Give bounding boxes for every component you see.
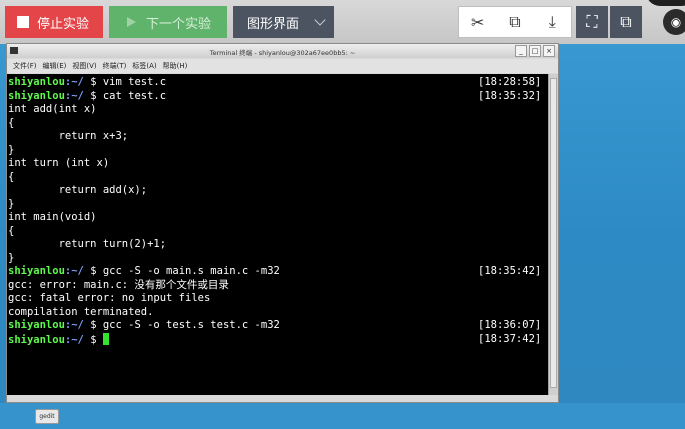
- menu-view[interactable]: 视图(V): [72, 61, 96, 71]
- output-text: {: [8, 224, 15, 237]
- command-text: $ vim test.c: [83, 76, 167, 88]
- output-text: int add(int x): [8, 103, 97, 115]
- output-text: return x+3;: [8, 130, 129, 142]
- stop-icon: [17, 16, 29, 28]
- terminal-line: return x+3;: [8, 130, 548, 144]
- terminal-line: shiyanlou:~/ $ vim test.c [18:28:58]: [8, 76, 548, 90]
- prompt-path: :~/: [64, 89, 84, 102]
- timestamp: [18:36:07]: [478, 319, 542, 331]
- prompt-user: shiyanlou: [8, 265, 65, 277]
- menu-file[interactable]: 文件(F): [13, 61, 37, 71]
- minimize-button[interactable]: _: [515, 45, 527, 57]
- terminal-line: }: [8, 252, 548, 266]
- menu-help[interactable]: 帮助(H): [163, 61, 188, 71]
- prompt-path: :~/: [64, 265, 84, 277]
- scrollbar[interactable]: [548, 74, 558, 395]
- terminal-line: compilation terminated.: [8, 306, 548, 320]
- prompt-user: shiyanlou: [8, 319, 65, 331]
- open-external-button[interactable]: ⧉: [610, 6, 642, 38]
- prompt-user: shiyanlou: [8, 76, 65, 88]
- prompt-path: :~/: [64, 319, 84, 331]
- chevron-down-icon: [314, 14, 326, 26]
- output-text: return add(x);: [8, 184, 148, 196]
- terminal-line: }: [8, 144, 548, 158]
- next-experiment-label: 下一个实验: [146, 16, 212, 32]
- open-external-icon: ⧉: [620, 12, 632, 31]
- output-text: }: [8, 197, 15, 210]
- terminal-line: shiyanlou:~/ $ cat test.c [18:35:32]: [8, 90, 548, 104]
- window-title: Terminal 终端 - shiyanlou@302a67ee0bb5: ~: [209, 49, 356, 57]
- taskbar-item-gedit[interactable]: gedit: [35, 409, 59, 424]
- stop-experiment-button[interactable]: 停止实验: [5, 6, 103, 38]
- gui-mode-label: 图形界面: [247, 16, 300, 32]
- menu-tabs[interactable]: 标签(A): [132, 61, 156, 71]
- terminal-line: return turn(2)+1;: [8, 238, 548, 252]
- menu-bar: 文件(F) 编辑(E) 视图(V) 终端(T) 标签(A) 帮助(H): [7, 59, 558, 73]
- prompt-user: shiyanlou: [8, 333, 65, 346]
- terminal-line: int add(int x): [8, 103, 548, 117]
- output-text: {: [8, 116, 15, 129]
- terminal-line: gcc: fatal error: no input files: [8, 292, 548, 306]
- terminal-line: int turn (int x): [8, 157, 548, 171]
- prompt-path: :~/: [64, 76, 84, 88]
- terminal-line: gcc: error: main.c: 没有那个文件或目录: [8, 279, 548, 293]
- close-button[interactable]: ×: [543, 45, 555, 57]
- tool-group: ✂ ⧉ ⤓: [458, 6, 572, 38]
- timestamp: [18:35:32]: [478, 89, 542, 102]
- download-icon[interactable]: ⤓: [534, 7, 571, 37]
- menu-edit[interactable]: 编辑(E): [43, 61, 67, 71]
- output-text: gcc: error: main.c: 没有那个文件或目录: [8, 278, 229, 291]
- window-titlebar[interactable]: Terminal 终端 - shiyanlou@302a67ee0bb5: ~ …: [7, 44, 558, 58]
- terminal-cursor: [102, 332, 109, 345]
- terminal-line: shiyanlou:~/ $ [18:37:42]: [8, 332, 548, 347]
- output-text: }: [8, 251, 15, 264]
- terminal-line: return add(x);: [8, 184, 548, 198]
- scrollbar-thumb[interactable]: [550, 78, 557, 388]
- timestamp: [18:28:58]: [478, 76, 542, 88]
- timestamp: [18:35:42]: [478, 265, 542, 277]
- output-text: return turn(2)+1;: [8, 238, 167, 250]
- scissors-icon[interactable]: ✂: [459, 7, 496, 37]
- prompt-user: shiyanlou: [8, 89, 65, 102]
- next-arrow-icon: [127, 17, 136, 27]
- top-toolbar: 停止实验 下一个实验 图形界面 ✂ ⧉ ⤓ ⛶ ⧉ ◉: [0, 0, 685, 44]
- taskbar: gedit: [0, 403, 685, 429]
- corner-decoration: [646, 0, 685, 6]
- terminal-line: {: [8, 117, 548, 131]
- command-text: $: [83, 333, 103, 346]
- output-text: int main(void): [8, 211, 97, 223]
- terminal-line: }: [8, 198, 548, 212]
- prompt-path: :~/: [64, 333, 84, 346]
- command-text: $ gcc -S -o main.s main.c -m32: [83, 265, 280, 277]
- output-text: int turn (int x): [8, 157, 110, 169]
- terminal-line: int main(void): [8, 211, 548, 225]
- terminal-output[interactable]: shiyanlou:~/ $ vim test.c [18:28:58] shiya…: [7, 74, 548, 395]
- output-text: {: [8, 170, 15, 183]
- terminal-window: Terminal 终端 - shiyanlou@302a67ee0bb5: ~ …: [6, 43, 559, 403]
- terminal-line: {: [8, 225, 548, 239]
- menu-terminal[interactable]: 终端(T): [103, 61, 127, 71]
- terminal-line: shiyanlou:~/ $ gcc -S -o test.s test.c -…: [8, 319, 548, 333]
- fullscreen-icon: ⛶: [586, 12, 598, 31]
- command-text: $ cat test.c: [83, 89, 167, 102]
- terminal-line: shiyanlou:~/ $ gcc -S -o main.s main.c -…: [8, 265, 548, 279]
- command-text: $ gcc -S -o test.s test.c -m32: [83, 319, 280, 331]
- gui-mode-dropdown[interactable]: 图形界面: [233, 6, 334, 38]
- output-text: }: [8, 143, 15, 156]
- screen-share-icon[interactable]: ⧉: [496, 7, 533, 37]
- next-experiment-button[interactable]: 下一个实验: [109, 6, 227, 38]
- output-text: gcc: fatal error: no input files: [8, 292, 211, 304]
- maximize-button[interactable]: □: [529, 45, 541, 57]
- eye-icon[interactable]: ◉: [663, 9, 685, 35]
- timestamp: [18:37:42]: [478, 332, 542, 345]
- fullscreen-button[interactable]: ⛶: [576, 6, 608, 38]
- stop-experiment-label: 停止实验: [37, 16, 90, 32]
- terminal-line: {: [8, 171, 548, 185]
- output-text: compilation terminated.: [8, 305, 154, 318]
